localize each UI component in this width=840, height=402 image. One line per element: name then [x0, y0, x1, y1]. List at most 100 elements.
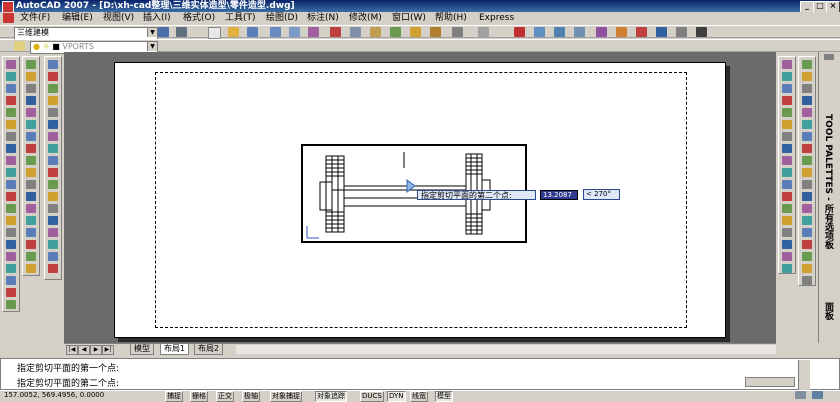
- modeling-tool-icon[interactable]: [6, 96, 16, 105]
- solid-edit-tool-icon[interactable]: [26, 264, 36, 273]
- modeling-tool-icon[interactable]: [6, 84, 16, 93]
- draw-tool-icon[interactable]: [48, 252, 58, 261]
- lock-icon[interactable]: [795, 391, 806, 399]
- modeling-tool-icon[interactable]: [6, 132, 16, 141]
- copy-icon[interactable]: [350, 27, 361, 37]
- open-icon[interactable]: [228, 27, 239, 37]
- menu-draw[interactable]: 绘图(D): [266, 12, 298, 25]
- view-tool-icon[interactable]: [782, 96, 792, 105]
- pencil-icon[interactable]: [430, 27, 441, 37]
- view-tool-icon[interactable]: [782, 144, 792, 153]
- solid-edit-tool-icon[interactable]: [26, 84, 36, 93]
- dimension-tool-icon[interactable]: [802, 84, 812, 93]
- solid-edit-tool-icon[interactable]: [26, 96, 36, 105]
- tool-palettes-strip[interactable]: TOOL PALETTES - 所有选项板 面板: [818, 52, 840, 343]
- panel-tab[interactable]: 面板: [822, 302, 835, 320]
- draw-tool-icon[interactable]: [48, 216, 58, 225]
- document-icon[interactable]: [3, 13, 14, 23]
- view-tool-icon[interactable]: [782, 156, 792, 165]
- zoom-previous-icon[interactable]: [574, 27, 585, 37]
- dimension-tool-icon[interactable]: [802, 276, 812, 285]
- solid-edit-tool-icon[interactable]: [26, 156, 36, 165]
- solid-edit-tool-icon[interactable]: [26, 204, 36, 213]
- dimension-tool-icon[interactable]: [802, 120, 812, 129]
- solid-edit-tool-icon[interactable]: [26, 120, 36, 129]
- solid-edit-tool-icon[interactable]: [26, 108, 36, 117]
- solid-edit-tool-icon[interactable]: [26, 60, 36, 69]
- menu-dimension[interactable]: 标注(N): [307, 12, 339, 25]
- modeling-tool-icon[interactable]: [6, 288, 16, 297]
- dyn-toggle[interactable]: DYN: [387, 391, 406, 402]
- draw-tool-icon[interactable]: [48, 60, 58, 69]
- dimension-tool-icon[interactable]: [802, 60, 812, 69]
- pan-icon[interactable]: [514, 27, 525, 37]
- dynamic-distance-input[interactable]: 13.2087: [540, 190, 578, 200]
- view-tool-icon[interactable]: [782, 264, 792, 273]
- tab-layout1[interactable]: 布局1: [160, 344, 190, 355]
- solid-edit-tool-icon[interactable]: [26, 228, 36, 237]
- draw-tool-icon[interactable]: [48, 72, 58, 81]
- modeling-tool-icon[interactable]: [6, 240, 16, 249]
- markup-icon[interactable]: [676, 27, 687, 37]
- menu-window[interactable]: 窗口(W): [392, 12, 426, 25]
- view-tool-icon[interactable]: [782, 108, 792, 117]
- otrack-toggle[interactable]: 对象追踪: [315, 391, 347, 402]
- menu-view[interactable]: 视图(V): [103, 12, 134, 25]
- paste-icon[interactable]: [370, 27, 381, 37]
- view-tool-icon[interactable]: [782, 120, 792, 129]
- dimension-tool-icon[interactable]: [802, 204, 812, 213]
- modeling-tool-icon[interactable]: [6, 192, 16, 201]
- layer-manager-icon[interactable]: [14, 41, 25, 51]
- modeling-tool-icon[interactable]: [6, 156, 16, 165]
- modeling-tool-icon[interactable]: [6, 216, 16, 225]
- palette-close-icon[interactable]: [824, 54, 834, 60]
- menu-help[interactable]: 帮助(H): [435, 12, 467, 25]
- ortho-toggle[interactable]: 正交: [216, 391, 234, 402]
- polar-toggle[interactable]: 极轴: [242, 391, 260, 402]
- menu-insert[interactable]: 插入(I): [143, 12, 171, 25]
- view-tool-icon[interactable]: [782, 240, 792, 249]
- grid-toggle[interactable]: 栅格: [190, 391, 208, 402]
- view-tool-icon[interactable]: [782, 84, 792, 93]
- view-tool-icon[interactable]: [782, 252, 792, 261]
- cut-icon[interactable]: [330, 27, 341, 37]
- menu-format[interactable]: 格式(O): [183, 12, 215, 25]
- view-tool-icon[interactable]: [782, 60, 792, 69]
- dimension-tool-icon[interactable]: [802, 180, 812, 189]
- coordinate-readout[interactable]: 157.0052, 569.4956, 0.0000: [4, 391, 104, 400]
- dimension-tool-icon[interactable]: [802, 144, 812, 153]
- solid-edit-tool-icon[interactable]: [26, 132, 36, 141]
- menu-modify[interactable]: 修改(M): [349, 12, 382, 25]
- draw-tool-icon[interactable]: [48, 192, 58, 201]
- dimension-tool-icon[interactable]: [802, 108, 812, 117]
- menu-tools[interactable]: 工具(T): [225, 12, 256, 25]
- solid-edit-tool-icon[interactable]: [26, 240, 36, 249]
- modeling-tool-icon[interactable]: [6, 72, 16, 81]
- ducs-toggle[interactable]: DUCS: [360, 391, 384, 402]
- dimension-tool-icon[interactable]: [802, 228, 812, 237]
- menu-file[interactable]: 文件(F): [20, 12, 50, 25]
- dimension-tool-icon[interactable]: [802, 156, 812, 165]
- plot-preview-icon[interactable]: [289, 27, 300, 37]
- view-tool-icon[interactable]: [782, 192, 792, 201]
- view-tool-icon[interactable]: [782, 216, 792, 225]
- tray-settings-icon[interactable]: [812, 391, 823, 399]
- lineweight-toggle[interactable]: 线宽: [410, 391, 428, 402]
- first-tab-icon[interactable]: |◀: [66, 345, 78, 355]
- draw-tool-icon[interactable]: [48, 132, 58, 141]
- draw-tool-icon[interactable]: [48, 84, 58, 93]
- menu-express[interactable]: Express: [479, 12, 514, 25]
- view-tool-icon[interactable]: [782, 228, 792, 237]
- new-icon[interactable]: [208, 27, 221, 39]
- publish-icon[interactable]: [308, 27, 319, 37]
- dimension-tool-icon[interactable]: [802, 252, 812, 261]
- calculator-icon[interactable]: [696, 27, 707, 37]
- modeling-tool-icon[interactable]: [6, 120, 16, 129]
- modeling-tool-icon[interactable]: [6, 300, 16, 309]
- next-tab-icon[interactable]: ▶: [90, 345, 102, 355]
- modeling-tool-icon[interactable]: [6, 276, 16, 285]
- sheet-set-icon[interactable]: [656, 27, 667, 37]
- view-tool-icon[interactable]: [782, 132, 792, 141]
- snap-toggle[interactable]: 捕捉: [165, 391, 183, 402]
- modeling-tool-icon[interactable]: [6, 108, 16, 117]
